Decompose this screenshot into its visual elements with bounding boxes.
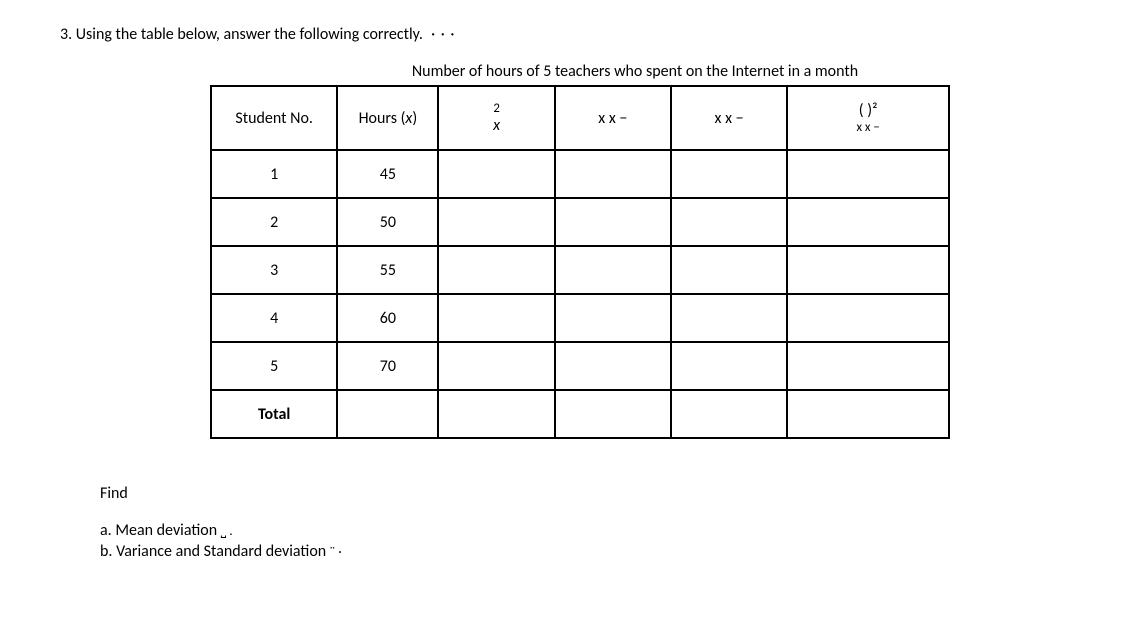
table-header-row: Student No. Hours (x) 2 x x x − x x − ( …	[211, 86, 949, 150]
cell-c5	[671, 198, 787, 246]
cell-student-no: 3	[211, 246, 337, 294]
cell-c6	[787, 294, 949, 342]
cell-student-no: 1	[211, 150, 337, 198]
table-row: 1 45	[211, 150, 949, 198]
cell-hours: 60	[337, 294, 438, 342]
cell-c5	[671, 294, 787, 342]
cell-c4	[555, 342, 671, 390]
cell-hours: 70	[337, 342, 438, 390]
find-label: Find	[100, 484, 1065, 503]
header-x-squared: 2 x	[438, 86, 554, 150]
table-body: 1 45 2 50 3 55	[211, 150, 949, 438]
cell-c3	[438, 198, 554, 246]
header-xx-minus-2: x x −	[671, 86, 787, 150]
cell-student-no: 5	[211, 342, 337, 390]
cell-c5	[671, 150, 787, 198]
cell-c3	[438, 294, 554, 342]
cell-c6	[787, 150, 949, 198]
table-row: 5 70	[211, 342, 949, 390]
cell-hours: 50	[337, 198, 438, 246]
table-row: 2 50	[211, 198, 949, 246]
header-paren-squared: ( )² x x −	[787, 86, 949, 150]
data-table: Student No. Hours (x) 2 x x x − x x − ( …	[210, 85, 950, 439]
table-total-row: Total	[211, 390, 949, 438]
table-caption: Number of hours of 5 teachers who spent …	[210, 62, 950, 81]
cell-total-c4	[555, 390, 671, 438]
cell-c4	[555, 246, 671, 294]
header-hours: Hours (x)	[337, 86, 438, 150]
cell-hours: 45	[337, 150, 438, 198]
table-row: 4 60	[211, 294, 949, 342]
question-body: Using the table below, answer the follow…	[76, 25, 423, 44]
cell-total-c6	[787, 390, 949, 438]
cell-c4	[555, 294, 671, 342]
question-prompt: 3. Using the table below, answer the fol…	[60, 25, 1065, 44]
cell-student-no: 4	[211, 294, 337, 342]
cell-c5	[671, 246, 787, 294]
cell-c4	[555, 198, 671, 246]
cell-hours: 55	[337, 246, 438, 294]
cell-c3	[438, 150, 554, 198]
cell-c3	[438, 342, 554, 390]
cell-c6	[787, 342, 949, 390]
cell-total-c3	[438, 390, 554, 438]
table-container: Number of hours of 5 teachers who spent …	[210, 62, 950, 439]
cell-total-label: Total	[211, 390, 337, 438]
table-row: 3 55	[211, 246, 949, 294]
question-number: 3.	[60, 25, 72, 44]
sub-item-a: a. Mean deviation ⎵ .	[100, 521, 1065, 542]
cell-c3	[438, 246, 554, 294]
cell-student-no: 2	[211, 198, 337, 246]
cell-c5	[671, 342, 787, 390]
header-xx-minus-1: x x −	[555, 86, 671, 150]
cell-total-c5	[671, 390, 787, 438]
sub-item-b: b. Variance and Standard deviation ¨ ·	[100, 542, 1065, 563]
cell-c6	[787, 198, 949, 246]
cell-total-hours	[337, 390, 438, 438]
cell-c6	[787, 246, 949, 294]
header-student-no: Student No.	[211, 86, 337, 150]
cell-c4	[555, 150, 671, 198]
find-section: Find a. Mean deviation ⎵ . b. Variance a…	[100, 484, 1065, 563]
